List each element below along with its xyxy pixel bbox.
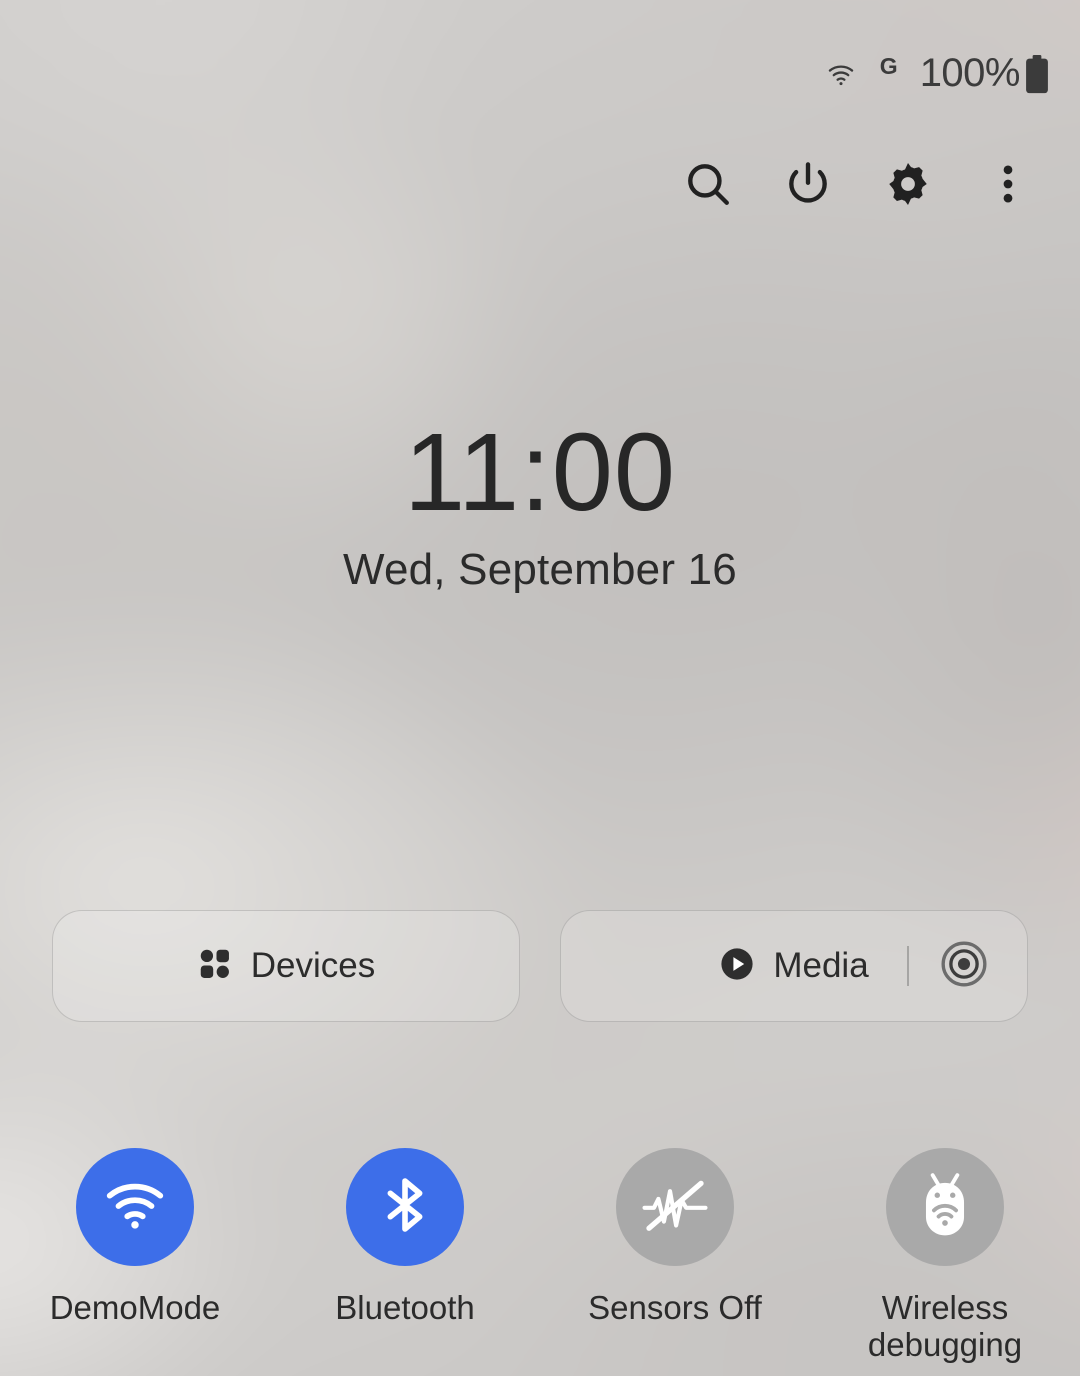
header-action-bar bbox=[658, 148, 1058, 224]
tile-bluetooth-label: Bluetooth bbox=[335, 1289, 475, 1326]
tile-bluetooth-circle bbox=[346, 1148, 464, 1266]
power-icon bbox=[783, 159, 833, 214]
clock-date: Wed, September 16 bbox=[343, 544, 737, 594]
wireless-debugging-icon bbox=[913, 1169, 977, 1246]
battery-percent-label: 100% bbox=[919, 50, 1021, 95]
power-button[interactable] bbox=[758, 148, 858, 224]
battery-status: 100% bbox=[919, 50, 1050, 98]
search-button[interactable] bbox=[658, 148, 758, 224]
play-circle-icon bbox=[719, 946, 755, 987]
search-icon bbox=[683, 159, 733, 214]
clock-time: 11:00 bbox=[403, 411, 677, 534]
cast-output-button[interactable] bbox=[939, 941, 989, 991]
devices-pill[interactable]: Devices bbox=[52, 910, 520, 1022]
tile-demomode-label: DemoMode bbox=[49, 1289, 221, 1326]
cast-output-icon bbox=[939, 939, 989, 994]
media-pill-label: Media bbox=[773, 946, 869, 985]
quick-setting-tiles: DemoMode Bluetooth Sensors Off Wireless … bbox=[0, 1148, 1080, 1364]
pill-row: Devices Media bbox=[52, 910, 1028, 1022]
tile-demomode-circle bbox=[76, 1148, 194, 1266]
battery-full-icon bbox=[1026, 55, 1048, 94]
sensors-off-icon bbox=[639, 1174, 711, 1241]
tile-bluetooth[interactable]: Bluetooth bbox=[270, 1148, 540, 1364]
tile-wireless-debugging[interactable]: Wireless debugging bbox=[810, 1148, 1080, 1364]
tile-wireless-debugging-label: Wireless debugging bbox=[867, 1289, 1023, 1363]
devices-pill-label: Devices bbox=[250, 946, 376, 985]
wifi-icon bbox=[824, 61, 858, 89]
clock-block[interactable]: 11:00 Wed, September 16 bbox=[0, 415, 1080, 595]
gear-icon bbox=[883, 159, 933, 214]
network-type-label: G bbox=[879, 52, 898, 79]
media-pill-divider bbox=[907, 946, 909, 986]
devices-grid-icon bbox=[197, 946, 233, 987]
overflow-menu-button[interactable] bbox=[958, 148, 1058, 224]
settings-button[interactable] bbox=[858, 148, 958, 224]
wifi-icon bbox=[100, 1174, 170, 1241]
tile-sensors-off-circle bbox=[616, 1148, 734, 1266]
quick-settings-panel: G 100% 11:00 Wed, September 16 Devices M… bbox=[0, 0, 1080, 1376]
tile-wireless-debugging-circle bbox=[886, 1148, 1004, 1266]
tile-sensors-off-label: Sensors Off bbox=[588, 1289, 762, 1326]
status-bar: G 100% bbox=[0, 0, 1080, 150]
three-dots-icon bbox=[983, 159, 1033, 214]
tile-sensors-off[interactable]: Sensors Off bbox=[540, 1148, 810, 1364]
tile-demomode[interactable]: DemoMode bbox=[0, 1148, 270, 1364]
media-pill[interactable]: Media bbox=[560, 910, 1028, 1022]
bluetooth-icon bbox=[373, 1173, 437, 1242]
